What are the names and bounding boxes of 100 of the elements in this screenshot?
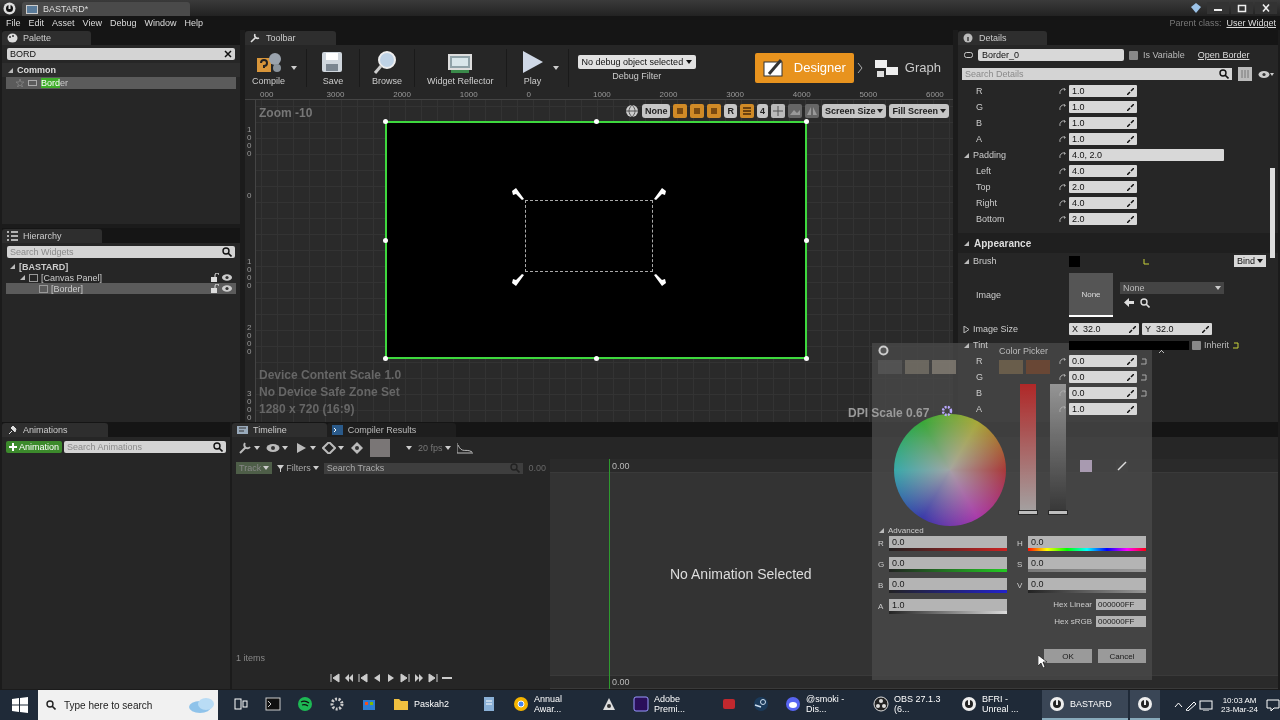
skip-end-button[interactable] — [428, 673, 438, 683]
tree-item[interactable]: [Canvas Panel] — [6, 272, 236, 283]
close-button[interactable] — [1255, 2, 1277, 14]
network-icon[interactable] — [1199, 699, 1214, 711]
recent-color-swatch[interactable] — [1026, 360, 1050, 374]
resize-handle[interactable] — [383, 356, 388, 361]
panel-tab[interactable]: Animations — [2, 423, 108, 437]
play-button[interactable] — [386, 673, 396, 683]
ok-button[interactable]: OK — [1044, 649, 1092, 663]
mode-tab[interactable]: Graph — [865, 52, 949, 83]
toolbar-button[interactable]: Browse — [369, 47, 406, 88]
curve-icon[interactable] — [456, 442, 473, 454]
panel-tab[interactable]: Hierarchy — [2, 229, 102, 243]
use-arrow-icon[interactable] — [1124, 298, 1134, 307]
star-icon[interactable] — [16, 79, 24, 87]
taskbar-app[interactable]: OBS 27.1.3 (6... — [866, 690, 952, 720]
number-field[interactable]: 1.0 — [1069, 85, 1137, 97]
number-field[interactable]: 1.0 — [1069, 403, 1137, 415]
next-key-button[interactable] — [400, 673, 410, 683]
resize-handle[interactable] — [383, 119, 388, 124]
resize-handle[interactable] — [804, 238, 809, 243]
hex-field[interactable]: 000000FF — [1096, 599, 1146, 610]
menu-item[interactable]: Asset — [50, 18, 81, 28]
resize-handle[interactable] — [804, 119, 809, 124]
play-reverse-button[interactable] — [372, 673, 382, 683]
taskbar-app[interactable]: BASTARD — [1042, 690, 1128, 720]
menu-item[interactable]: Debug — [107, 18, 143, 28]
locks-toggle[interactable]: R — [724, 104, 737, 118]
start-button[interactable] — [12, 697, 28, 713]
category-header[interactable]: Common — [2, 63, 240, 77]
expanded-arrow-icon[interactable] — [963, 151, 970, 159]
picture-icon[interactable] — [787, 104, 802, 118]
number-field[interactable]: 0.0 — [1069, 387, 1137, 399]
panel-tab[interactable]: Details — [958, 31, 1047, 45]
add-animation-button[interactable]: Animation — [6, 441, 63, 453]
asset-dropdown[interactable]: None — [1120, 282, 1224, 294]
lock-icon[interactable] — [210, 284, 219, 293]
search-field[interactable]: BORD — [7, 48, 235, 60]
number-field[interactable]: 0.0 — [1069, 371, 1137, 383]
fill-screen-dropdown[interactable]: Fill Screen — [889, 104, 949, 118]
color-swatch[interactable] — [1069, 255, 1080, 267]
number-field[interactable]: Y 32.0 — [1142, 323, 1212, 335]
expanded-arrow-icon[interactable] — [7, 66, 14, 74]
checkbox[interactable] — [1192, 340, 1201, 350]
taskbar-app[interactable]: Annual Awar... — [506, 690, 592, 720]
mirror-icon[interactable] — [804, 104, 819, 118]
menu-item[interactable]: Help — [182, 18, 209, 28]
back-step-button[interactable] — [344, 673, 354, 683]
open-border-link[interactable]: Open Border — [1197, 50, 1250, 60]
expanded-arrow-icon[interactable] — [878, 526, 885, 534]
lock-icon[interactable] — [690, 104, 705, 118]
layout-icon[interactable] — [707, 104, 722, 118]
number-field[interactable]: 4.0 — [1069, 197, 1137, 209]
palette-item[interactable]: Border — [6, 77, 236, 89]
lock-icon[interactable] — [210, 273, 219, 282]
previous-key-button[interactable] — [358, 673, 368, 683]
panel-tab[interactable]: Toolbar — [245, 31, 336, 45]
grid-icon[interactable] — [739, 104, 754, 118]
grid-size-button[interactable]: 4 — [756, 104, 768, 118]
maximize-button[interactable] — [1231, 2, 1253, 14]
number-field[interactable]: 1.0 — [889, 599, 1007, 614]
number-field[interactable]: 2.0 — [1069, 181, 1137, 193]
menu-item[interactable]: File — [4, 18, 27, 28]
chevron-up-icon[interactable] — [1174, 702, 1184, 708]
cancel-button[interactable]: Cancel — [1098, 649, 1146, 663]
toolbar-button[interactable]: Widget Reflector — [424, 47, 497, 88]
toolbar-dropdown[interactable] — [266, 442, 288, 454]
scrollbar[interactable] — [1270, 168, 1275, 258]
tree-item[interactable]: [BASTARD] — [6, 261, 236, 272]
undo-icon[interactable] — [1140, 357, 1148, 365]
number-field[interactable]: 1.0 — [1069, 101, 1137, 113]
number-field[interactable]: 1.0 — [1069, 117, 1137, 129]
toolbar-button[interactable]: Save — [316, 47, 350, 88]
filters-dropdown[interactable]: Filters — [277, 463, 319, 473]
debug-object-select[interactable]: No debug object selected — [577, 54, 697, 69]
resize-handle[interactable] — [804, 356, 809, 361]
pen-icon[interactable] — [1185, 699, 1198, 711]
expanded-arrow-icon[interactable] — [963, 239, 970, 247]
settings-icon[interactable] — [941, 405, 953, 417]
number-field[interactable]: 0.0 — [1028, 557, 1146, 572]
anchor-icon[interactable] — [653, 273, 667, 287]
tree-item[interactable]: [Border] — [6, 283, 236, 294]
number-field[interactable]: X 32.0 — [1069, 323, 1139, 335]
taskbar-app[interactable] — [1130, 690, 1160, 720]
slider-thumb[interactable] — [1018, 510, 1038, 515]
key-diamond-icon[interactable] — [350, 442, 364, 454]
number-field[interactable]: 0.0 — [1028, 578, 1146, 593]
menu-item[interactable]: Edit — [26, 18, 51, 28]
slider-thumb[interactable] — [1048, 510, 1068, 515]
search-field[interactable]: Search Tracks — [323, 462, 524, 474]
undo-icon[interactable] — [1140, 389, 1148, 397]
eye-icon[interactable] — [222, 285, 232, 292]
panel-tab[interactable]: Palette — [2, 31, 92, 45]
eye-icon[interactable] — [1258, 69, 1274, 79]
collapsed-arrow-icon[interactable] — [963, 325, 970, 333]
hex-field[interactable]: 000000FF — [1096, 616, 1146, 627]
menu-item[interactable]: View — [80, 18, 108, 28]
resize-handle[interactable] — [594, 356, 599, 361]
globe-icon[interactable] — [624, 104, 639, 118]
recent-color-swatch[interactable] — [905, 360, 929, 374]
